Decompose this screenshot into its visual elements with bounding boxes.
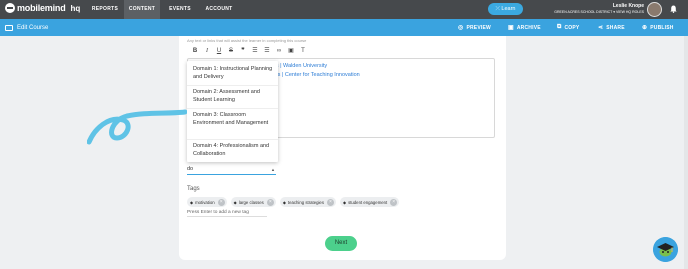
logo-text: mobilemind — [17, 3, 66, 13]
competency-dropdown: Domain 1: Instructional Planning and Del… — [187, 61, 278, 162]
caret-up-icon[interactable]: ▲ — [271, 167, 275, 172]
dropdown-divider — [187, 108, 278, 109]
next-button[interactable]: Next — [325, 236, 357, 251]
copy-icon: ⧉ — [557, 24, 562, 30]
share-label: SHARE — [606, 24, 625, 31]
tag-label: student engagement — [348, 199, 388, 205]
image-icon[interactable]: ▣ — [288, 47, 294, 55]
tag-chip: ◆ large classes × — [230, 197, 276, 207]
new-tag-input[interactable]: Press Enter to add a new tag — [187, 210, 267, 217]
page-scrollbar[interactable] — [684, 36, 688, 269]
user-name: Leslie Knope — [612, 3, 644, 9]
learn-button[interactable]: ⤫ Learn — [488, 3, 523, 15]
preview-icon: ◎ — [458, 25, 464, 31]
copy-label: COPY — [564, 24, 580, 31]
logo-hq: hq — [70, 3, 81, 13]
bulleted-list-icon[interactable]: ☰ — [252, 47, 258, 55]
underline-icon[interactable]: U — [216, 47, 222, 55]
tag-icon: ◆ — [190, 199, 194, 205]
dropdown-option-domain-1[interactable]: Domain 1: Instructional Planning and Del… — [193, 65, 277, 81]
tag-label: teaching strategies — [287, 199, 324, 205]
archive-button[interactable]: ▣ ARCHIVE — [508, 19, 541, 36]
view-hq-roles: VIEW HQ ROLES — [615, 10, 644, 14]
editor-link-2[interactable]: rses | Center for Teaching Innovation — [270, 72, 360, 78]
tag-list: ◆ motivation × ◆ large classes × ◆ teach… — [187, 197, 403, 207]
remove-tag-icon[interactable]: × — [266, 198, 274, 206]
share-icon: ⋖ — [598, 25, 604, 31]
nav-content[interactable]: CONTENT — [124, 0, 160, 19]
nav-account[interactable]: ACCOUNT — [200, 0, 238, 19]
quote-icon[interactable]: ❞ — [240, 47, 246, 55]
numbered-list-icon[interactable]: ☰ — [264, 47, 270, 55]
chat-help-button[interactable] — [653, 237, 678, 262]
swirl-arrow-annotation — [87, 109, 187, 145]
competency-search-input[interactable]: do ▲ — [187, 166, 276, 175]
dropdown-option-domain-4[interactable]: Domain 4: Professionalism and Collaborat… — [193, 142, 277, 158]
course-toolbar: Edit Course ◎ PREVIEW ▣ ARCHIVE ⧉ COPY ⋖ SHA… — [0, 19, 688, 36]
tag-icon: ◆ — [233, 199, 237, 205]
avatar[interactable] — [647, 2, 662, 17]
tag-chip: ◆ teaching strategies × — [279, 197, 336, 207]
helper-text: Any text or links that will assist the l… — [187, 38, 307, 43]
dropdown-divider — [187, 85, 278, 86]
top-nav: mobilemind hq REPORTS CONTENT EVENTS ACC… — [0, 0, 688, 19]
dropdown-option-domain-3[interactable]: Domain 3: Classroom Environment and Mana… — [193, 111, 277, 127]
link-icon[interactable]: ∞ — [276, 47, 282, 55]
strikethrough-icon[interactable]: S — [228, 47, 234, 55]
tag-label: large classes — [238, 199, 264, 205]
nav-reports[interactable]: REPORTS — [86, 0, 124, 19]
publish-icon: ⊕ — [642, 25, 648, 31]
italic-icon[interactable]: I — [204, 47, 210, 55]
page-title-wrap: Edit Course — [5, 19, 48, 36]
publish-button[interactable]: ⊕ PUBLISH — [642, 19, 674, 36]
remove-tag-icon[interactable]: × — [326, 198, 334, 206]
bold-icon[interactable]: B — [192, 47, 198, 55]
tag-icon: ◆ — [282, 199, 286, 205]
course-icon — [5, 24, 13, 31]
preview-label: PREVIEW — [466, 24, 491, 31]
tag-icon: ◆ — [342, 199, 347, 205]
logo[interactable]: mobilemind hq — [5, 3, 80, 13]
tag-label: motivation — [195, 199, 215, 205]
tag-chip: ◆ motivation × — [187, 197, 227, 207]
archive-label: ARCHIVE — [516, 24, 541, 31]
editor-link-1[interactable]: ses | Walden University — [270, 63, 327, 69]
bell-icon[interactable] — [670, 5, 677, 13]
tag-chip: ◆ student engagement × — [339, 197, 400, 207]
district-name: GREEN ACRES SCHOOL DISTRICT — [554, 10, 613, 14]
archive-icon: ▣ — [508, 25, 514, 31]
editor-toolbar: B I U S ❞ ☰ ☰ ∞ ▣ T — [192, 47, 312, 55]
dropdown-option-domain-2[interactable]: Domain 2: Assessment and Student Learnin… — [193, 88, 277, 104]
nav-events[interactable]: EVENTS — [162, 0, 198, 19]
search-value: do — [187, 166, 194, 172]
remove-tag-icon[interactable]: × — [390, 198, 398, 206]
remove-tag-icon[interactable]: × — [217, 198, 225, 206]
clear-format-icon[interactable]: T — [300, 47, 306, 55]
logo-mark-icon — [5, 3, 15, 13]
preview-button[interactable]: ◎ PREVIEW — [458, 19, 491, 36]
page-title: Edit Course — [17, 24, 49, 31]
share-button[interactable]: ⋖ SHARE — [598, 19, 625, 36]
copy-button[interactable]: ⧉ COPY — [557, 19, 579, 36]
graduation-cap-icon — [653, 237, 678, 262]
publish-label: PUBLISH — [650, 24, 674, 31]
tags-label: Tags — [187, 186, 200, 192]
learn-label: Learn — [501, 6, 516, 12]
course-form-card: Any text or links that will assist the l… — [179, 36, 506, 260]
user-district[interactable]: GREEN ACRES SCHOOL DISTRICT ▾ VIEW HQ RO… — [533, 10, 644, 14]
dropdown-divider — [187, 139, 278, 140]
